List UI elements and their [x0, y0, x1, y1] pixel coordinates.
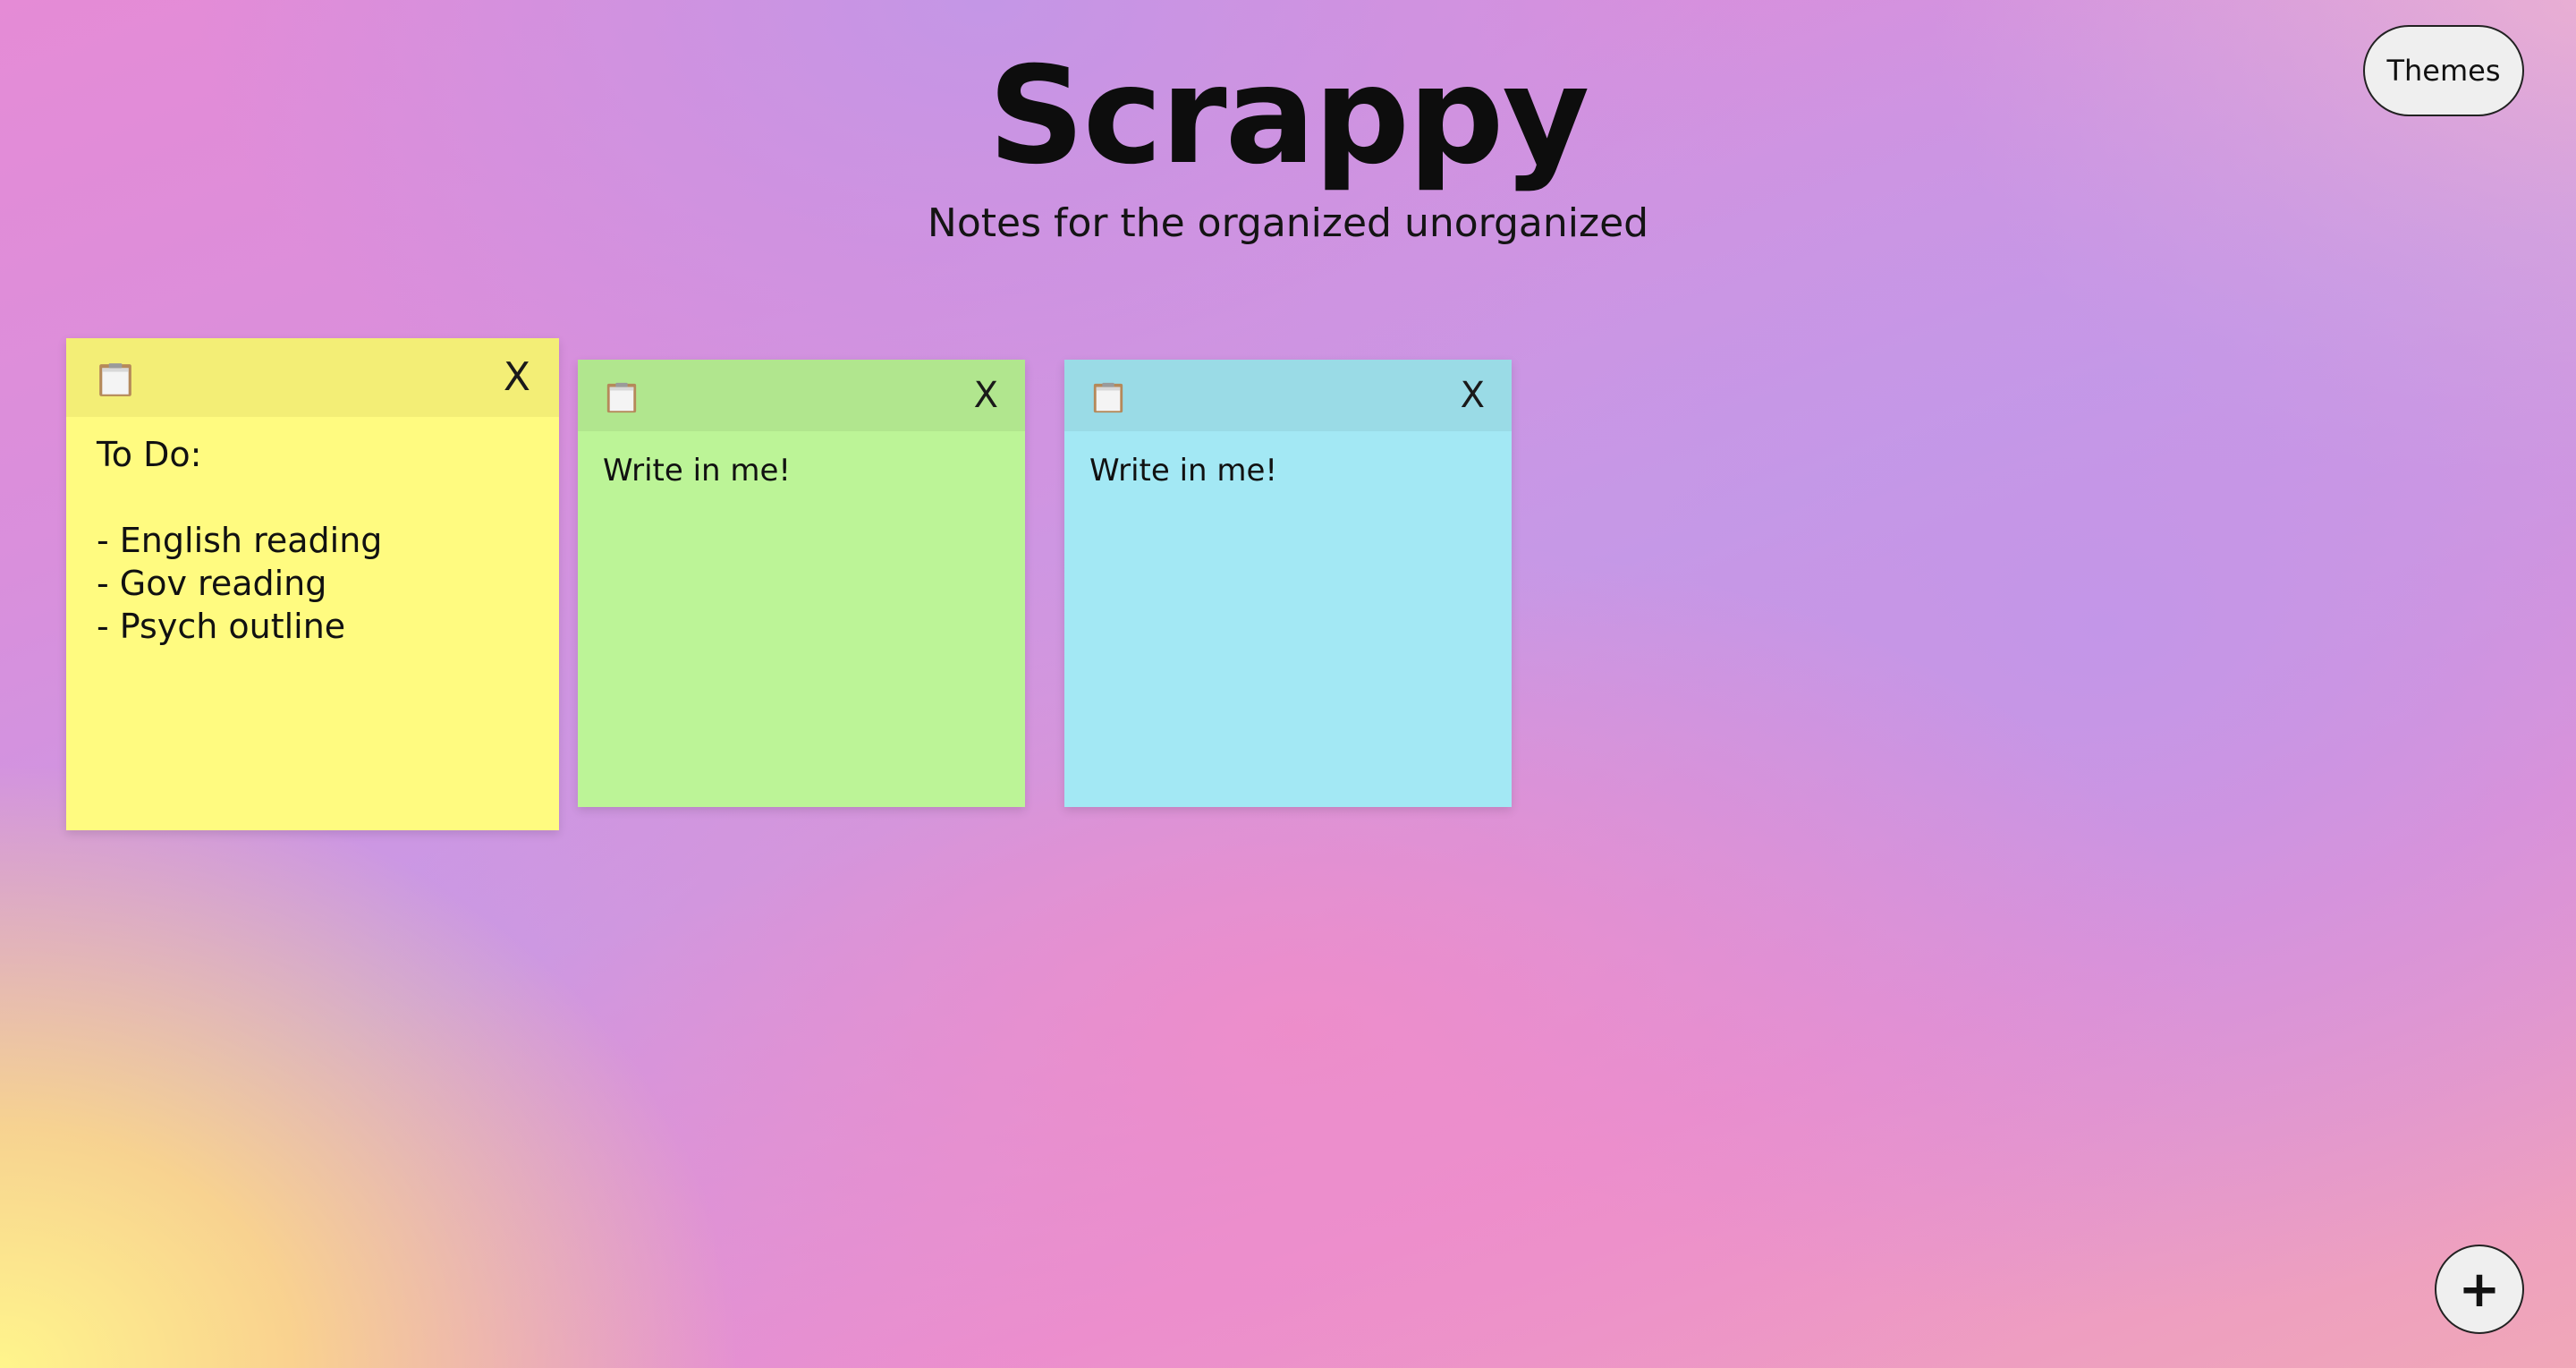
close-icon[interactable]: X — [1461, 378, 1485, 413]
clipboard-icon[interactable] — [1091, 381, 1125, 415]
note-header[interactable]: X — [1064, 360, 1512, 431]
sticky-note: X Write in me! — [578, 360, 1025, 807]
note-header[interactable]: X — [578, 360, 1025, 431]
clipboard-icon[interactable] — [97, 361, 134, 399]
close-icon[interactable]: X — [504, 358, 530, 397]
clipboard-icon[interactable] — [605, 381, 639, 415]
app-title: Scrappy — [987, 38, 1590, 194]
sticky-note: X To Do: - English reading - Gov reading… — [66, 338, 559, 830]
app-subtitle: Notes for the organized unorganized — [927, 200, 1649, 246]
themes-button[interactable]: Themes — [2363, 25, 2524, 116]
note-header[interactable]: X — [66, 338, 559, 417]
note-text[interactable]: Write in me! — [1064, 431, 1512, 510]
close-icon[interactable]: X — [974, 378, 998, 413]
app-header: Scrappy Notes for the organized unorgani… — [0, 36, 2576, 251]
note-text[interactable]: To Do: - English reading - Gov reading -… — [66, 417, 559, 664]
sticky-note: X Write in me! — [1064, 360, 1512, 807]
add-note-button[interactable]: + — [2435, 1245, 2524, 1334]
note-text[interactable]: Write in me! — [578, 431, 1025, 510]
